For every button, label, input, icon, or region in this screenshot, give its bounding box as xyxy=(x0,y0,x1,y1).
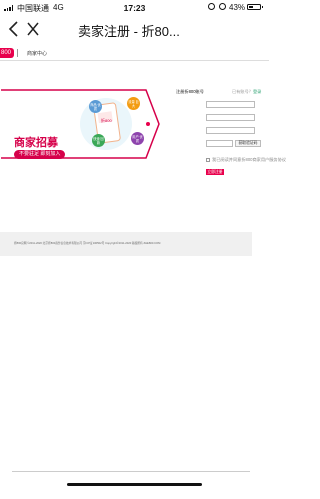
feature-bubble-2: 流量 巨大 xyxy=(127,97,140,110)
close-icon[interactable] xyxy=(26,21,40,37)
web-page: 800 商家中心 商品 优质 流量 巨大 快速 回款 用户 优质 折800 商家… xyxy=(0,42,286,470)
phone-input[interactable] xyxy=(206,101,255,108)
header-divider xyxy=(17,49,18,57)
site-header: 800 商家中心 xyxy=(0,48,269,61)
battery-percent: 43% xyxy=(229,3,246,12)
alarm-icon xyxy=(219,3,226,10)
footer-copyright: 折800官网 ©2011-2020 北京折800商务信息技术有限公司 京ICP证… xyxy=(14,242,161,245)
sms-code-input[interactable] xyxy=(206,140,233,147)
password-row: 设置密码： xyxy=(176,114,269,122)
login-link[interactable]: 登录 xyxy=(253,89,261,94)
register-button[interactable]: 立即注册 xyxy=(206,169,224,175)
confirm-password-row: 确认密码： xyxy=(176,127,269,135)
confirm-password-input[interactable] xyxy=(206,127,255,134)
home-indicator[interactable] xyxy=(67,483,202,486)
back-chevron-icon[interactable] xyxy=(7,20,21,38)
get-code-button[interactable]: 获取验证码 xyxy=(235,140,261,147)
page-title: 卖家注册 - 折80... xyxy=(78,24,180,39)
feature-bubble-4: 用户 优质 xyxy=(131,132,144,145)
site-logo[interactable]: 800 xyxy=(0,48,14,58)
form-title: 注册折800账号 xyxy=(176,89,204,94)
agree-checkbox[interactable] xyxy=(206,158,210,162)
sms-code-row: 手机验证码： 获取验证码 xyxy=(176,140,269,148)
banner-tagline: 不要驻足 即刻加入 xyxy=(14,150,66,159)
breadcrumb[interactable]: 商家中心 xyxy=(27,50,47,57)
toolbar-divider xyxy=(12,471,250,472)
has-account-text: 已有账号？登录 xyxy=(232,89,262,94)
feature-bubble-1: 商品 优质 xyxy=(89,100,102,113)
status-bar: 中国联通 4G 17:23 43% xyxy=(0,0,269,16)
phone-brand: 折800 xyxy=(101,118,112,123)
password-input[interactable] xyxy=(206,114,255,121)
orientation-lock-icon xyxy=(208,3,215,10)
banner-headline: 商家招募 xyxy=(14,137,58,149)
agreement-row[interactable]: 我已阅读并同意折800商家用户服务协议 xyxy=(206,157,286,163)
site-footer: 折800官网 ©2011-2020 北京折800商务信息技术有限公司 京ICP证… xyxy=(0,232,252,256)
feature-bubble-3: 快速 回款 xyxy=(92,134,105,147)
browser-nav-bar: 卖家注册 - 折80... xyxy=(0,16,269,42)
phone-row: 手机号： xyxy=(176,101,269,109)
battery-icon xyxy=(247,4,263,10)
agreement-text: 我已阅读并同意折800商家用户服务协议 xyxy=(212,157,286,162)
